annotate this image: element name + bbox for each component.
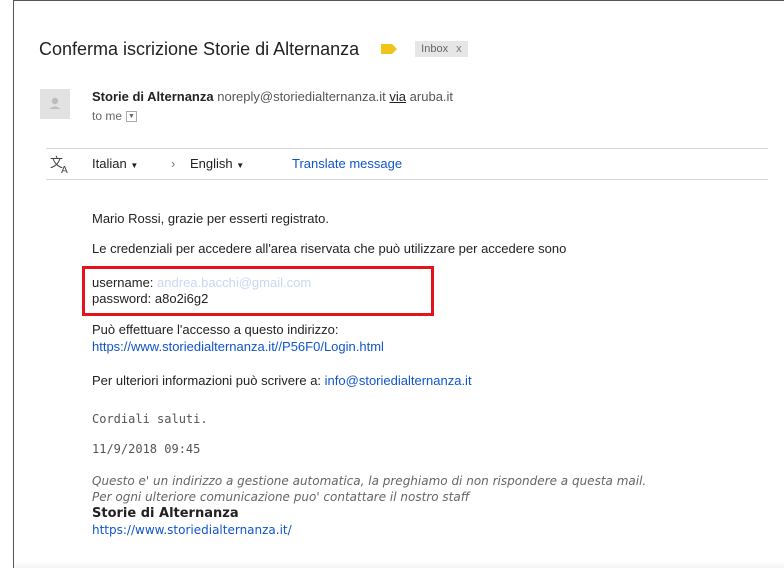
email-subject: Conferma iscrizione Storie di Alternanza (39, 38, 360, 59)
credentials-highlight-box (82, 266, 434, 316)
sender-email: noreply@storiedialternanza.it (217, 89, 386, 104)
login-link[interactable]: https://www.storiedialternanza.it//P56F0… (92, 339, 384, 354)
subject-row: Conferma iscrizione Storie di Alternanza… (39, 37, 468, 61)
svg-text:A: A (61, 165, 68, 174)
target-language-select[interactable]: English ▼ (190, 156, 244, 171)
translate-bar: 文 A Italian ▼ › English ▼ Translate mess… (46, 148, 768, 180)
chevron-down-icon[interactable]: ▼ (126, 110, 138, 122)
bottom-fade (14, 562, 784, 568)
signature-link[interactable]: https://www.storiedialternanza.it/ (92, 523, 292, 537)
signature-name: Storie di Alternanza (92, 506, 239, 521)
recipient-line: to me ▼ (92, 109, 138, 123)
info-text: Per ulteriori informazioni può scrivere … (92, 373, 322, 388)
person-avatar-icon (49, 97, 61, 109)
access-text: Può effettuare l'accesso a questo indiri… (92, 322, 339, 337)
importance-tag-icon[interactable] (381, 44, 398, 54)
translate-message-link[interactable]: Translate message (292, 156, 402, 171)
recipient-text: to me (92, 109, 123, 123)
closing-text: Cordiali saluti. (92, 412, 208, 426)
sender-line: Storie di Alternanza noreply@storiedialt… (92, 89, 453, 104)
divider (46, 148, 768, 149)
via-domain: aruba.it (409, 89, 454, 104)
automatic-notice-line2: Per ogni ulteriore comunicazione puo' co… (92, 490, 470, 504)
divider (46, 179, 768, 180)
intro-text: Le credenziali per accedere all'area ris… (92, 241, 567, 256)
source-language-select[interactable]: Italian ▼ (92, 156, 138, 171)
inbox-label-text: Inbox (421, 43, 449, 55)
sender-avatar (40, 89, 70, 119)
chevron-right-icon: › (171, 156, 176, 171)
datetime-text: 11/9/2018 09:45 (92, 442, 201, 456)
via-link[interactable]: via (389, 89, 406, 104)
sender-name[interactable]: Storie di Alternanza (92, 89, 214, 104)
caret-down-icon: ▼ (130, 161, 139, 170)
greeting-text: Mario Rossi, grazie per esserti registra… (92, 211, 329, 226)
info-line: Per ulteriori informazioni può scrivere … (92, 373, 472, 388)
caret-down-icon: ▼ (236, 161, 245, 170)
remove-label-icon[interactable]: x (456, 43, 462, 55)
translate-icon: 文 A (50, 154, 72, 178)
inbox-label-badge[interactable]: Inbox x (415, 41, 468, 57)
info-email-link[interactable]: info@storiedialternanza.it (325, 373, 472, 388)
automatic-notice-line1: Questo e' un indirizzo a gestione automa… (92, 474, 647, 488)
